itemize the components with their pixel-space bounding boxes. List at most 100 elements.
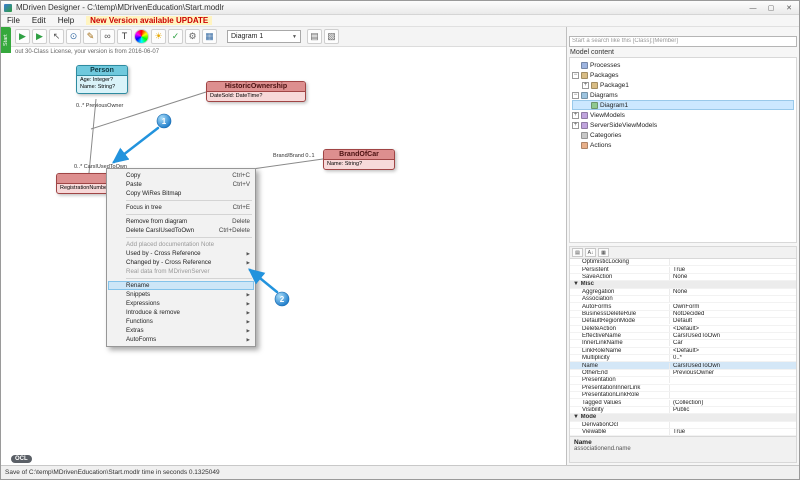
- menu-item-copy[interactable]: CopyCtrl+C: [108, 171, 254, 180]
- property-row-visibility[interactable]: VisibilityPublic: [570, 407, 796, 414]
- maximize-button[interactable]: ▢: [764, 3, 778, 13]
- property-row-defaultregionmode[interactable]: DefaultRegionModeDefault: [570, 318, 796, 325]
- property-row-otherend[interactable]: OtherEndPreviousOwner: [570, 370, 796, 377]
- zoom-icon[interactable]: ⊙: [66, 29, 81, 44]
- property-value[interactable]: Public: [670, 407, 796, 413]
- menu-item-autoforms[interactable]: AutoForms▶: [108, 335, 254, 344]
- property-row-aggregation[interactable]: AggregationNone: [570, 289, 796, 296]
- property-row-linkrolename[interactable]: LinkRoleName<Default>: [570, 348, 796, 355]
- export-icon[interactable]: ▧: [324, 29, 339, 44]
- tree-item-viewmodels[interactable]: +ViewModels: [572, 110, 794, 120]
- property-row-presentation[interactable]: Presentation: [570, 377, 796, 384]
- diagram-canvas[interactable]: out 30-Class License, your version is fr…: [1, 47, 566, 465]
- ocl-badge[interactable]: OCL: [11, 455, 32, 463]
- property-row-autoforms[interactable]: AutoFormsOwnForm: [570, 303, 796, 310]
- property-category-mode[interactable]: ▼ Mode: [570, 414, 796, 421]
- menu-item-add-placed-documentation-note[interactable]: Add placed documentation Note: [108, 240, 254, 249]
- property-value[interactable]: True: [670, 267, 796, 273]
- property-row-association[interactable]: Association: [570, 296, 796, 303]
- minimize-button[interactable]: —: [746, 3, 760, 13]
- menu-help[interactable]: Help: [52, 16, 80, 25]
- tree-item-categories[interactable]: Categories: [572, 130, 794, 140]
- pencil-icon[interactable]: ✎: [83, 29, 98, 44]
- property-row-derivationocl[interactable]: DerivationOcl: [570, 422, 796, 429]
- categorized-icon[interactable]: ▤: [572, 248, 583, 257]
- color-wheel-icon[interactable]: [134, 29, 149, 44]
- link-icon[interactable]: ∞: [100, 29, 115, 44]
- menu-item-introduce-remove[interactable]: Introduce & remove▶: [108, 308, 254, 317]
- tree-expander-icon[interactable]: −: [572, 92, 579, 99]
- tree-item-serversideviewmodels[interactable]: +ServerSideViewModels: [572, 120, 794, 130]
- menu-item-expressions[interactable]: Expressions▶: [108, 299, 254, 308]
- property-row-presentationinnerlink[interactable]: PresentationInnerLink: [570, 385, 796, 392]
- text-tool-icon[interactable]: T: [117, 29, 132, 44]
- menu-item-focus-in-tree[interactable]: Focus in treeCtrl+E: [108, 203, 254, 212]
- menu-file[interactable]: File: [1, 16, 26, 25]
- tree-item-diagram1[interactable]: Diagram1: [572, 100, 794, 110]
- tree-expander-icon[interactable]: +: [572, 112, 579, 119]
- property-row-name[interactable]: NameCarsIUsedToOwn: [570, 362, 796, 369]
- property-row-optimisticlocking[interactable]: OptimisticLocking: [570, 259, 796, 266]
- property-value[interactable]: (Collection): [670, 400, 796, 406]
- menu-item-changed-by-cross-reference[interactable]: Changed by - Cross Reference▶: [108, 258, 254, 267]
- gear-icon[interactable]: ⚙: [185, 29, 200, 44]
- property-value[interactable]: <Default>: [670, 348, 796, 354]
- close-button[interactable]: ✕: [782, 3, 796, 13]
- model-search-input[interactable]: [569, 36, 797, 47]
- tree-item-diagrams[interactable]: −Diagrams: [572, 90, 794, 100]
- grid-icon[interactable]: ▦: [202, 29, 217, 44]
- tree-item-package1[interactable]: +Package1: [572, 80, 794, 90]
- check-icon[interactable]: ✓: [168, 29, 183, 44]
- tree-expander-icon[interactable]: −: [572, 72, 579, 79]
- menu-edit[interactable]: Edit: [26, 16, 52, 25]
- property-value[interactable]: CarsIUsedToOwn: [670, 333, 796, 339]
- menu-item-remove-from-diagram[interactable]: Remove from diagramDelete: [108, 217, 254, 226]
- menu-item-real-data-from-mdrivenserver[interactable]: Real data from MDrivenServer: [108, 267, 254, 276]
- property-row-multiplicity[interactable]: Multiplicity0..*: [570, 355, 796, 362]
- property-row-businessdeleterule[interactable]: BusinessDeleteRuleNotDecided: [570, 311, 796, 318]
- property-category-misc[interactable]: ▼ Misc: [570, 281, 796, 288]
- property-value[interactable]: CarsIUsedToOwn: [670, 363, 796, 369]
- property-value[interactable]: <Default>: [670, 326, 796, 332]
- property-row-deleteaction[interactable]: DeleteAction<Default>: [570, 326, 796, 333]
- property-value[interactable]: None: [670, 289, 796, 295]
- property-value[interactable]: Car: [670, 340, 796, 346]
- side-tab-start[interactable]: Start: [1, 27, 11, 53]
- tree-item-processes[interactable]: Processes: [572, 60, 794, 70]
- update-notice[interactable]: New Version available UPDATE: [86, 16, 212, 25]
- property-value[interactable]: True: [670, 429, 796, 435]
- tree-item-packages[interactable]: −Packages: [572, 70, 794, 80]
- menu-item-extras[interactable]: Extras▶: [108, 326, 254, 335]
- property-value[interactable]: PreviousOwner: [670, 370, 796, 376]
- run-debug-icon[interactable]: ▶: [32, 29, 47, 44]
- menu-item-paste[interactable]: PasteCtrl+V: [108, 180, 254, 189]
- property-value[interactable]: 0..*: [670, 355, 796, 361]
- property-row-persistent[interactable]: PersistentTrue: [570, 266, 796, 273]
- property-value[interactable]: None: [670, 274, 796, 280]
- tree-expander-icon[interactable]: +: [572, 122, 579, 129]
- menu-item-snippets[interactable]: Snippets▶: [108, 290, 254, 299]
- property-row-saveaction[interactable]: SaveActionNone: [570, 274, 796, 281]
- diagram-selector[interactable]: Diagram 1 ▼: [227, 30, 301, 43]
- alphabetical-icon[interactable]: A↓: [585, 248, 596, 257]
- layout-icon[interactable]: ▤: [307, 29, 322, 44]
- property-value[interactable]: Default: [670, 318, 796, 324]
- property-row-presentationlinkrole[interactable]: PresentationLinkRole: [570, 392, 796, 399]
- menu-item-used-by-cross-reference[interactable]: Used by - Cross Reference▶: [108, 249, 254, 258]
- menu-item-functions[interactable]: Functions▶: [108, 317, 254, 326]
- tree-expander-icon[interactable]: +: [582, 82, 589, 89]
- class-brandofcar[interactable]: BrandOfCar Name: String?: [323, 149, 395, 170]
- class-historicownership[interactable]: HistoricOwnership DateSold: DateTime?: [206, 81, 306, 102]
- property-pages-icon[interactable]: ▦: [598, 248, 609, 257]
- property-row-effectivename[interactable]: EffectiveNameCarsIUsedToOwn: [570, 333, 796, 340]
- menu-item-copy-wires-bitmap[interactable]: Copy WiRes Bitmap: [108, 189, 254, 198]
- property-row-tagged-values[interactable]: Tagged Values(Collection): [570, 399, 796, 406]
- run-icon[interactable]: ▶: [15, 29, 30, 44]
- property-row-innerlinkname[interactable]: InnerLinkNameCar: [570, 340, 796, 347]
- tree-item-actions[interactable]: Actions: [572, 140, 794, 150]
- cursor-icon[interactable]: ↖: [49, 29, 64, 44]
- menu-item-rename[interactable]: Rename: [108, 281, 254, 290]
- menu-item-delete-carsiusedtoown[interactable]: Delete CarsIUsedToOwnCtrl+Delete: [108, 226, 254, 235]
- class-person[interactable]: Person Age: Integer? Name: String?: [76, 65, 128, 94]
- property-value[interactable]: OwnForm: [670, 304, 796, 310]
